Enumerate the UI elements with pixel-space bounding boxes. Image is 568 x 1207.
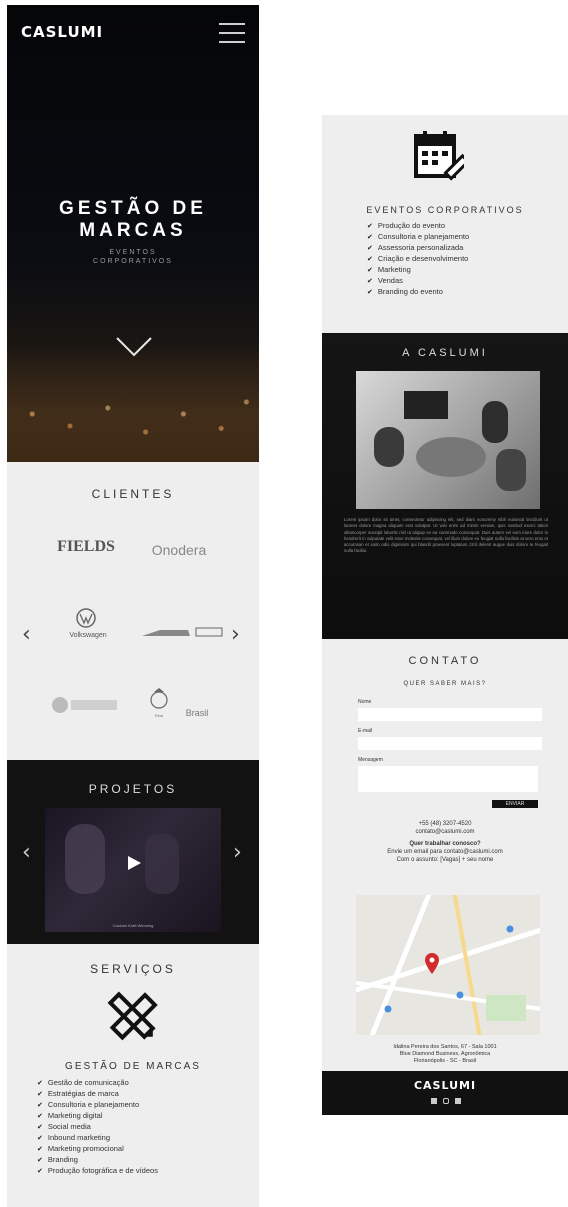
contact-title: CONTATO	[408, 655, 482, 667]
institution-seal-icon	[52, 697, 68, 713]
social-icons	[426, 1098, 466, 1106]
meeting-table	[416, 437, 486, 477]
car-brand-logo-icon	[142, 627, 223, 637]
send-button[interactable]: ENVIAR	[492, 800, 538, 808]
about-paragraph: Lorem ipsum dolor sit amet, consectetur …	[344, 517, 548, 554]
menu-icon[interactable]	[219, 23, 245, 43]
name-label: Nome	[358, 699, 372, 705]
client-logo-fields: FIELDS	[57, 538, 115, 555]
projects-next-arrow-icon[interactable]: ›	[233, 840, 242, 865]
list-item: Marketing promocional	[37, 1144, 158, 1155]
person-silhouette-2	[482, 401, 508, 443]
clients-next-arrow-icon[interactable]: ›	[231, 622, 240, 647]
list-item: Marketing	[367, 265, 469, 276]
city-lights-image	[7, 342, 259, 462]
list-item: Estratégias de marca	[37, 1089, 158, 1100]
brand-tools-icon	[107, 991, 158, 1041]
contact-email[interactable]: contato@caslumi.com	[322, 828, 568, 836]
client-logo-real: Real	[154, 713, 164, 718]
email-field[interactable]	[358, 737, 542, 750]
about-title: A CASLUMI	[402, 347, 488, 359]
linkedin-icon[interactable]	[454, 1098, 461, 1104]
list-item: Branding	[37, 1155, 158, 1166]
gestao-list: Gestão de comunicação Estratégias de mar…	[37, 1078, 158, 1177]
list-item: Social media	[37, 1122, 158, 1133]
person-silhouette	[65, 824, 105, 894]
location-map[interactable]	[356, 895, 540, 1035]
list-item: Assessoria personalizada	[367, 243, 469, 254]
footer: CASLUMI	[322, 1071, 568, 1115]
map-poi-icon	[456, 991, 464, 999]
address-line3: Florianópolis - SC - Brasil	[413, 1058, 477, 1064]
projects-title: PROJETOS	[88, 782, 178, 796]
institution-logo-text	[71, 700, 117, 710]
contact-subtitle: QUER SABER MAIS?	[403, 681, 487, 687]
list-item: Inbound marketing	[37, 1133, 158, 1144]
list-item: Marketing digital	[37, 1111, 158, 1122]
list-item: Criação e desenvolvimento	[367, 254, 469, 265]
list-item: Gestão de comunicação	[37, 1078, 158, 1089]
tv-screen	[404, 391, 448, 419]
client-logo-onodera: Onodera	[151, 542, 207, 558]
map-pin-icon	[425, 953, 439, 974]
map-poi-icon	[506, 925, 514, 933]
projects-prev-arrow-icon[interactable]: ‹	[22, 840, 31, 865]
project-caption: Caslumi Kraft Wenning	[112, 923, 154, 928]
instagram-icon[interactable]	[443, 1098, 449, 1104]
mobile-page-left: CASLUMI GESTÃO DE MARCAS EVENTOS CORPORA…	[7, 5, 259, 1207]
team-meeting-photo	[356, 371, 540, 509]
list-item: Produção do evento	[367, 221, 469, 232]
map-poi-icon	[384, 1005, 392, 1013]
project-video-thumbnail[interactable]: Caslumi Kraft Wenning	[45, 808, 221, 932]
hero-title-line2: MARCAS	[79, 220, 187, 241]
footer-logo[interactable]: CASLUMI	[322, 1079, 568, 1092]
list-item: Consultoria e planejamento	[367, 232, 469, 243]
name-field[interactable]	[358, 708, 542, 721]
hero-subtitle-line1: EVENTOS	[109, 249, 157, 256]
real-madrid-crest-icon	[150, 688, 168, 709]
message-label: Mensagem	[358, 757, 383, 763]
events-section: EVENTOS CORPORATIVOS Produção do evento …	[322, 115, 568, 333]
brand-logo[interactable]: CASLUMI	[21, 23, 103, 41]
services-title: SERVIÇOS	[90, 962, 176, 976]
eventos-list: Produção do evento Consultoria e planeja…	[367, 221, 469, 298]
work-line1: Envie um email para contato@caslumi.com	[387, 849, 503, 855]
clients-title: CLIENTES	[91, 487, 175, 501]
facebook-icon[interactable]	[431, 1098, 438, 1104]
client-logo-brasil: Brasil	[185, 708, 209, 718]
work-heading: Quer trabalhar conosco?	[409, 841, 481, 847]
hero-section: CASLUMI GESTÃO DE MARCAS EVENTOS CORPORA…	[7, 5, 259, 462]
gestao-heading: GESTÃO DE MARCAS	[65, 1061, 201, 1072]
clients-section: CLIENTES FIELDS Onodera ‹ › Volkswagen R…	[7, 462, 259, 760]
message-field[interactable]	[358, 766, 538, 792]
client-logo-volkswagen: Volkswagen	[69, 632, 107, 639]
mobile-page-right: EVENTOS CORPORATIVOS Produção do evento …	[322, 115, 568, 1115]
email-label: E-mail	[358, 728, 373, 734]
volkswagen-logo-icon	[76, 608, 96, 628]
calendar-icon	[414, 131, 464, 181]
list-item: Vendas	[367, 276, 469, 287]
person-silhouette-2	[145, 834, 179, 894]
hero-title-line1: GESTÃO DE	[59, 198, 207, 219]
map-road-3	[451, 895, 485, 1035]
list-item: Produção fotográfica e de vídeos	[37, 1166, 158, 1177]
eventos-heading: EVENTOS CORPORATIVOS	[366, 205, 524, 215]
projects-section: PROJETOS Caslumi Kraft Wenning ‹ ›	[7, 760, 259, 944]
about-section: A CASLUMI Lorem ipsum dolor sit amet, co…	[322, 333, 568, 639]
person-silhouette	[374, 427, 404, 467]
services-section: SERVIÇOS GESTÃO DE MARCAS Gestão de comu…	[7, 944, 259, 1207]
map-park	[486, 995, 526, 1021]
contact-phone[interactable]: +55 (48) 3207-4520	[322, 820, 568, 828]
clients-prev-arrow-icon[interactable]: ‹	[22, 622, 31, 647]
scroll-down-chevron-icon[interactable]	[115, 335, 153, 359]
list-item: Branding do evento	[367, 287, 469, 298]
hero-subtitle-line2: CORPORATIVOS	[93, 258, 173, 265]
work-line2: Com o assunto: [Vagas] + seu nome	[396, 857, 494, 863]
person-silhouette-3	[496, 449, 526, 491]
contact-section: CONTATO QUER SABER MAIS? Nome E-mail Men…	[322, 639, 568, 1069]
list-item: Consultoria e planejamento	[37, 1100, 158, 1111]
play-icon[interactable]	[125, 854, 143, 872]
